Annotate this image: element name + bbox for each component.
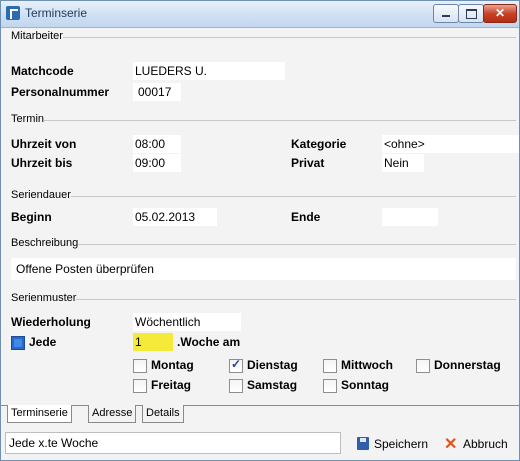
group-title-beschreibung: Beschreibung	[11, 237, 79, 249]
uhrzeit-bis-label: Uhrzeit bis	[11, 156, 73, 170]
mittwoch-label: Mittwoch	[341, 358, 393, 372]
tab-adresse[interactable]: Adresse	[88, 405, 137, 423]
beginn-label: Beginn	[11, 210, 52, 224]
title-bar[interactable]: Terminserie	[1, 1, 519, 28]
matchcode-field[interactable]: LUEDERS U.	[133, 62, 285, 80]
group-serienmuster	[11, 299, 516, 300]
wiederholung-label: Wiederholung	[11, 315, 91, 329]
jede-checkbox[interactable]	[11, 336, 25, 350]
sonntag-label: Sonntag	[341, 378, 389, 392]
interval-field[interactable]: 1	[133, 333, 173, 351]
tab-details[interactable]: Details	[142, 405, 184, 423]
dienstag-label: Dienstag	[247, 358, 298, 372]
uhrzeit-von-field[interactable]: 08:00	[133, 135, 181, 153]
terminserie-window: Terminserie Mitarbeiter Matchcode LUEDER…	[0, 0, 520, 461]
jede-label: Jede	[29, 335, 57, 349]
group-title-mitarbeiter: Mitarbeiter	[11, 30, 63, 42]
status-bar: Jede x.te Woche	[5, 432, 341, 454]
uhrzeit-bis-field[interactable]: 09:00	[133, 154, 181, 172]
floppy-disk-icon[interactable]	[357, 437, 369, 450]
freitag-label: Freitag	[151, 378, 192, 392]
donnerstag-label: Donnerstag	[434, 358, 501, 372]
beginn-field[interactable]: 05.02.2013	[133, 208, 217, 226]
group-title-seriendauer: Seriendauer	[11, 189, 71, 201]
privat-field[interactable]: Nein	[382, 154, 424, 172]
group-seriendauer	[11, 196, 516, 197]
tab-terminserie[interactable]: Terminserie	[7, 405, 72, 423]
montag-label: Montag	[151, 358, 194, 372]
matchcode-label: Matchcode	[11, 64, 74, 78]
personalnummer-field[interactable]: 00017	[133, 83, 181, 101]
kategorie-field[interactable]: <ohne>	[382, 135, 519, 153]
kategorie-label: Kategorie	[291, 137, 347, 151]
montag-checkbox[interactable]	[133, 359, 147, 373]
window-title: Terminserie	[25, 6, 88, 20]
wiederholung-field[interactable]: Wöchentlich	[133, 313, 241, 331]
personalnummer-label: Personalnummer	[11, 85, 110, 99]
group-title-serienmuster: Serienmuster	[11, 292, 77, 304]
group-beschreibung	[11, 244, 516, 245]
freitag-checkbox[interactable]	[133, 379, 147, 393]
woche-am-label: .Woche am	[177, 335, 241, 349]
mittwoch-checkbox[interactable]	[323, 359, 337, 373]
close-button[interactable]	[483, 4, 517, 23]
cancel-button[interactable]: Abbruch	[463, 435, 508, 453]
maximize-button[interactable]	[458, 4, 484, 23]
minimize-button[interactable]	[433, 4, 459, 23]
group-termin	[11, 120, 516, 121]
group-title-termin: Termin	[11, 113, 45, 125]
ende-field[interactable]	[382, 208, 438, 226]
dienstag-checkbox[interactable]	[229, 357, 243, 373]
red-x-icon[interactable]: ✕	[444, 434, 457, 454]
app-logo-icon	[6, 6, 20, 20]
sonntag-checkbox[interactable]	[323, 379, 337, 393]
samstag-label: Samstag	[247, 378, 298, 392]
samstag-checkbox[interactable]	[229, 379, 243, 393]
beschreibung-field[interactable]: Offene Posten überprüfen	[11, 258, 516, 280]
donnerstag-checkbox[interactable]	[416, 359, 430, 373]
ende-label: Ende	[291, 210, 321, 224]
save-button[interactable]: Speichern	[374, 435, 428, 453]
uhrzeit-von-label: Uhrzeit von	[11, 137, 77, 151]
privat-label: Privat	[291, 156, 325, 170]
tab-strip-line	[1, 405, 519, 406]
